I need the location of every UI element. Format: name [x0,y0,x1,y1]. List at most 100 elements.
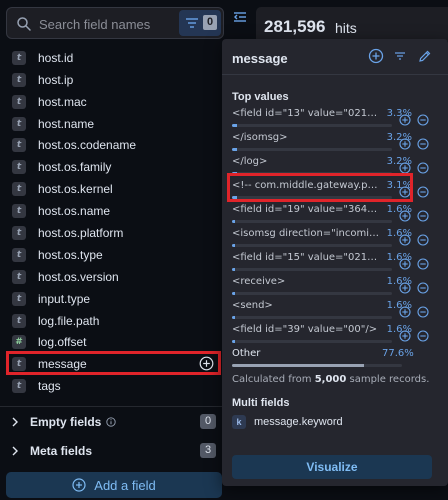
top-value-label: <receive> [232,276,286,287]
field-item-log-file-path[interactable]: t log.file.path [6,310,222,332]
top-value-label: <isomsg direction="incoming"> [232,228,380,239]
top-value-bar [232,316,392,319]
top-value-bar [232,292,392,295]
number-type-icon: # [12,335,26,350]
filter-out-value-icon[interactable] [417,210,429,222]
filter-for-value-icon[interactable] [399,138,411,150]
filter-for-value-icon[interactable] [399,114,411,126]
text-type-icon: t [12,247,26,262]
filter-out-value-icon[interactable] [417,330,429,342]
filter-for-value-icon[interactable] [399,330,411,342]
field-item-host-os-type[interactable]: t host.os.type [6,244,222,266]
field-name: host.os.version [38,269,119,284]
top-value-row: <field id="13" value="0215"/> 3.3% [232,108,444,132]
field-name: tags [38,379,61,394]
filter-count-badge: 0 [203,15,217,30]
field-name: host.os.kernel [38,182,113,197]
filter-for-value-icon[interactable] [399,258,411,270]
top-value-bar [232,268,392,271]
top-value-label: </log> [232,156,268,167]
field-item-input-type[interactable]: t input.type [6,288,222,310]
field-item-host-mac[interactable]: t host.mac [6,91,222,113]
popover-field-title: message [232,51,288,66]
info-icon[interactable] [106,417,117,427]
keyword-type-icon: k [232,415,246,429]
meta-fields-section[interactable]: Meta fields 3 [6,441,222,461]
field-item-host-os-kernel[interactable]: t host.os.kernel [6,178,222,200]
text-type-icon: t [12,116,26,131]
top-value-bar-fill [232,292,236,295]
meta-fields-count: 3 [200,443,216,458]
top-value-bar [232,148,392,151]
field-name: host.id [38,50,74,65]
text-type-icon: t [12,72,26,87]
top-value-bar-fill [232,124,238,127]
filter-out-value-icon[interactable] [417,306,429,318]
field-item-host-id[interactable]: t host.id [6,47,222,69]
filter-out-value-icon[interactable] [417,234,429,246]
text-type-icon: t [12,379,26,394]
sample-count: 5,000 [314,374,347,385]
field-item-host-os-codename[interactable]: t host.os.codename [6,135,222,157]
filter-for-value-icon[interactable] [399,282,411,294]
field-item-host-ip[interactable]: t host.ip [6,69,222,91]
sample-records-note: Calculated from 5,000 sample records. [232,374,430,385]
section-label: Meta fields [30,444,93,458]
empty-fields-section[interactable]: Empty fields 0 [6,412,222,432]
field-name: host.mac [38,94,87,109]
filter-out-value-icon[interactable] [417,138,429,150]
plus-circle-icon [72,478,86,492]
top-value-bar-fill [232,268,236,271]
text-type-icon: t [12,138,26,153]
filter-for-value-icon[interactable] [399,234,411,246]
filter-out-value-icon[interactable] [417,258,429,270]
top-value-row: <send> 1.6% [232,300,444,324]
top-value-bar [232,124,392,127]
filter-out-value-icon[interactable] [417,282,429,294]
filter-for-value-icon[interactable] [399,210,411,222]
field-item-host-os-platform[interactable]: t host.os.platform [6,222,222,244]
field-name: host.os.platform [38,226,124,241]
filter-out-value-icon[interactable] [417,114,429,126]
other-label: Other [232,348,261,359]
other-bar [232,364,402,367]
field-item-host-os-version[interactable]: t host.os.version [6,266,222,288]
filter-icon[interactable] [394,50,406,62]
other-bar-fill [232,364,364,367]
highlight-box-top-value [227,173,413,202]
filter-out-value-icon[interactable] [417,186,429,198]
pencil-icon[interactable] [418,49,432,63]
field-name: input.type [38,291,91,306]
field-name: host.os.type [38,247,103,262]
text-type-icon: t [12,269,26,284]
field-item-host-os-name[interactable]: t host.os.name [6,200,222,222]
top-value-label: </isomsg> [232,132,288,143]
search-input[interactable] [39,14,179,34]
multi-field-item[interactable]: k message.keyword [232,414,343,430]
field-name: host.os.family [38,160,112,175]
field-name: log.file.path [38,313,100,328]
field-item-host-name[interactable]: t host.name [6,113,222,135]
highlight-box-message-field [6,351,221,375]
hits-label: hits [335,20,357,36]
field-item-tags[interactable]: t tags [6,375,222,397]
filter-for-value-icon[interactable] [399,306,411,318]
multi-fields-title: Multi fields [232,397,290,409]
empty-fields-count: 0 [200,414,216,429]
top-value-bar [232,340,392,343]
filter-out-value-icon[interactable] [417,162,429,174]
top-value-bar [232,244,392,247]
field-item-host-os-family[interactable]: t host.os.family [6,156,222,178]
field-search-box[interactable]: 0 [6,7,224,39]
collapse-sidebar-icon[interactable] [233,10,247,24]
section-label: Empty fields [30,415,102,429]
add-a-field-button[interactable]: Add a field [6,472,222,498]
top-value-label: <field id="13" value="0215"/> [232,108,380,119]
top-value-label: <field id="39" value="00"/> [232,324,378,335]
text-type-icon: t [12,50,26,65]
field-filter-button[interactable]: 0 [179,10,221,36]
add-column-icon[interactable] [368,48,384,64]
available-fields-list: t host.id t host.ip t host.mac t host.name t… [6,47,222,397]
visualize-button[interactable]: Visualize [232,455,432,479]
field-name: host.os.name [38,204,111,219]
